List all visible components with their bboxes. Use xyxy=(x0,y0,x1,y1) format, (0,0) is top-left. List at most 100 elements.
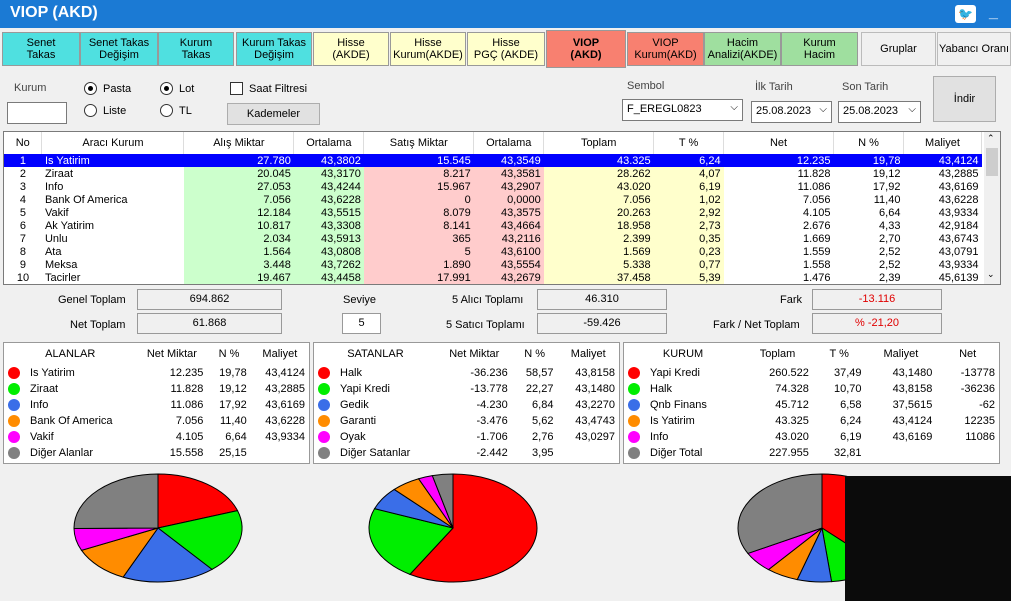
list-item[interactable]: Yapi Kredi 260.522 37,49 43,1480 -13778 xyxy=(624,365,999,381)
kurum-v2: 6,19 xyxy=(840,431,862,443)
list-item[interactable]: Bank Of America 7.056 11,40 43,6228 xyxy=(4,413,309,429)
list-item[interactable]: Info 43.020 6,19 43,6169 11086 xyxy=(624,429,999,445)
table-cell: 5,39 xyxy=(653,271,724,284)
tab-12[interactable]: Yabancı Oranı xyxy=(937,32,1011,66)
table-cell: 43,4458 xyxy=(293,271,364,284)
genel-toplam-label: Genel Toplam xyxy=(58,294,126,306)
list-item[interactable]: Is Yatirim 43.325 6,24 43,4124 12235 xyxy=(624,413,999,429)
scroll-thumb[interactable] xyxy=(986,148,998,176)
tab-11[interactable]: Gruplar xyxy=(861,32,936,66)
table-row[interactable]: 2 Ziraat 20.045 43,3170 8.217 43,3581 28.262 4,… xyxy=(4,167,982,180)
col-header-10[interactable]: Maliyet xyxy=(903,132,983,154)
lot-radio[interactable] xyxy=(160,82,173,95)
col-header-1[interactable]: Aracı Kurum xyxy=(41,132,185,154)
table-row[interactable]: 3 Info 27.053 43,4244 15.967 43,2907 43.020 6,1… xyxy=(4,180,982,193)
col-header-9[interactable]: N % xyxy=(833,132,904,154)
tab-8[interactable]: VIOP Kurum(AKD) xyxy=(627,32,704,66)
satanlar-header: SATANLAR Net Miktar N % Maliyet xyxy=(314,343,619,365)
pasta-label: Pasta xyxy=(103,83,132,95)
tab-1[interactable]: Senet Takas Değişim xyxy=(80,32,158,66)
list-item[interactable]: Gedik -4.230 6,84 43,2270 xyxy=(314,397,619,413)
col-header-5[interactable]: Ortalama xyxy=(473,132,545,154)
col-header-4[interactable]: Satış Miktar xyxy=(363,132,475,154)
table-cell: 43,4124 xyxy=(903,154,982,167)
tl-radio[interactable] xyxy=(160,104,173,117)
indir-button[interactable]: İndir xyxy=(933,76,996,122)
tab-9[interactable]: Hacim Analizi(AKDE) xyxy=(704,32,781,66)
list-item[interactable]: Halk 74.328 10,70 43,8158 -36236 xyxy=(624,381,999,397)
table-cell: 43,5554 xyxy=(473,258,544,271)
alanlar-panel: ALANLAR Net Miktar N % Maliyet Is Yatirim 12.… xyxy=(3,342,310,464)
tl-label: TL xyxy=(179,105,192,117)
liste-radio[interactable] xyxy=(84,104,97,117)
table-cell: Unlu xyxy=(44,232,68,245)
table-cell: 2,39 xyxy=(879,271,901,284)
seviye-input[interactable]: 5 xyxy=(342,313,381,334)
col-header-6[interactable]: Toplam xyxy=(543,132,655,154)
list-item[interactable]: Yapi Kredi -13.778 22,27 43,1480 xyxy=(314,381,619,397)
list-item[interactable]: Diğer Total 227.955 32,81 xyxy=(624,445,999,461)
sembol-select[interactable]: F_EREGL0823 ⌵ xyxy=(622,99,743,121)
table-scrollbar[interactable]: ⌃ ⌄ xyxy=(984,132,1000,284)
table-cell: Info xyxy=(44,180,64,193)
legend-cell xyxy=(314,413,336,429)
alanlar-v2: 6,64 xyxy=(225,431,247,443)
table-row[interactable]: 5 Vakif 12.184 43,5515 8.079 43,3575 20.263 2,9… xyxy=(4,206,982,219)
table-row[interactable]: 7 Unlu 2.034 43,5913 365 43,2116 2.399 0,35 1.66… xyxy=(4,232,982,245)
tab-4[interactable]: Hisse (AKDE) xyxy=(313,32,389,66)
list-item[interactable]: Is Yatirim 12.235 19,78 43,4124 xyxy=(4,365,309,381)
list-item[interactable]: Diğer Alanlar 15.558 25,15 xyxy=(4,445,309,461)
table-row[interactable]: 1 Is Yatirim 27.780 43,3802 15.545 43,3549 43.… xyxy=(4,154,982,167)
col-header-7[interactable]: T % xyxy=(653,132,725,154)
list-item[interactable]: Qnb Finans 45.712 6,58 37,5615 -62 xyxy=(624,397,999,413)
alanlar-v1: 11.828 xyxy=(170,383,204,395)
table-row[interactable]: 6 Ak Yatirim 10.817 43,3308 8.141 43,4664 18.9… xyxy=(4,219,982,232)
list-item[interactable]: Vakif 4.105 6,64 43,9334 xyxy=(4,429,309,445)
col-header-8[interactable]: Net xyxy=(723,132,834,154)
tab-6[interactable]: Hisse PGÇ (AKDE) xyxy=(467,32,545,66)
fark-label: Fark xyxy=(780,294,802,306)
table-cell: 8 xyxy=(19,245,27,258)
table-cell: 11,40 xyxy=(873,193,901,206)
twitter-icon[interactable]: 🐦 xyxy=(955,5,976,23)
table-cell: 19,12 xyxy=(872,167,901,180)
tab-2[interactable]: Kurum Takas xyxy=(158,32,234,66)
legend-cell xyxy=(314,365,336,381)
col-header-2[interactable]: Alış Miktar xyxy=(183,132,295,154)
saat-filtresi-checkbox[interactable] xyxy=(230,82,243,95)
table-cell: 17,92 xyxy=(872,180,901,193)
list-item[interactable]: Halk -36.236 58,57 43,8158 xyxy=(314,365,619,381)
kademeler-button[interactable]: Kademeler xyxy=(227,103,320,125)
list-item[interactable]: Info 11.086 17,92 43,6169 xyxy=(4,397,309,413)
kurum-input[interactable] xyxy=(7,102,67,124)
satici-toplami-value: -59.426 xyxy=(537,313,667,334)
table-row[interactable]: 9 Meksa 3.448 43,7262 1.890 43,5554 5.338 0,77 1… xyxy=(4,258,982,271)
tab-5[interactable]: Hisse Kurum(AKDE) xyxy=(390,32,466,66)
legend-dot-icon xyxy=(8,431,20,444)
list-item[interactable]: Garanti -3.476 5,62 43,4743 xyxy=(314,413,619,429)
tab-7[interactable]: VIOP (AKD) xyxy=(546,30,626,68)
scroll-down-icon[interactable]: ⌄ xyxy=(987,269,995,280)
tab-10[interactable]: Kurum Hacim xyxy=(781,32,858,66)
table-cell: 43,3549 xyxy=(473,154,544,167)
table-row[interactable]: 8 Ata 1.564 43,0808 5 43,6100 1.569 0,23 1.559 2,… xyxy=(4,245,982,258)
tab-3[interactable]: Kurum Takas Değişim xyxy=(236,32,312,66)
tab-0[interactable]: Senet Takas xyxy=(2,32,80,66)
table-cell: 43,3170 xyxy=(293,167,364,180)
list-item[interactable]: Oyak -1.706 2,76 43,0297 xyxy=(314,429,619,445)
legend-dot-icon xyxy=(628,399,640,412)
list-item[interactable]: Diğer Satanlar -2.442 3,95 xyxy=(314,445,619,461)
table-row[interactable]: 4 Bank Of America 7.056 43,6228 0 0,0000 7.056… xyxy=(4,193,982,206)
ilk-tarih-picker[interactable]: 25.08.2023 ⌵ xyxy=(751,101,832,123)
table-cell: 43,6228 xyxy=(293,193,364,206)
table-cell: 1,02 xyxy=(653,193,724,206)
table-cell: 5 xyxy=(363,245,474,258)
son-tarih-picker[interactable]: 25.08.2023 ⌵ xyxy=(838,101,921,123)
col-header-0[interactable]: No xyxy=(4,132,43,154)
pasta-radio[interactable] xyxy=(84,82,97,95)
scroll-up-icon[interactable]: ⌃ xyxy=(987,133,995,144)
list-item[interactable]: Ziraat 11.828 19,12 43,2885 xyxy=(4,381,309,397)
minimize-button[interactable]: _ xyxy=(989,4,998,22)
table-row[interactable]: 10 Tacirler 19.467 43,4458 17.991 43,2679 37.4… xyxy=(4,271,982,284)
col-header-3[interactable]: Ortalama xyxy=(293,132,365,154)
